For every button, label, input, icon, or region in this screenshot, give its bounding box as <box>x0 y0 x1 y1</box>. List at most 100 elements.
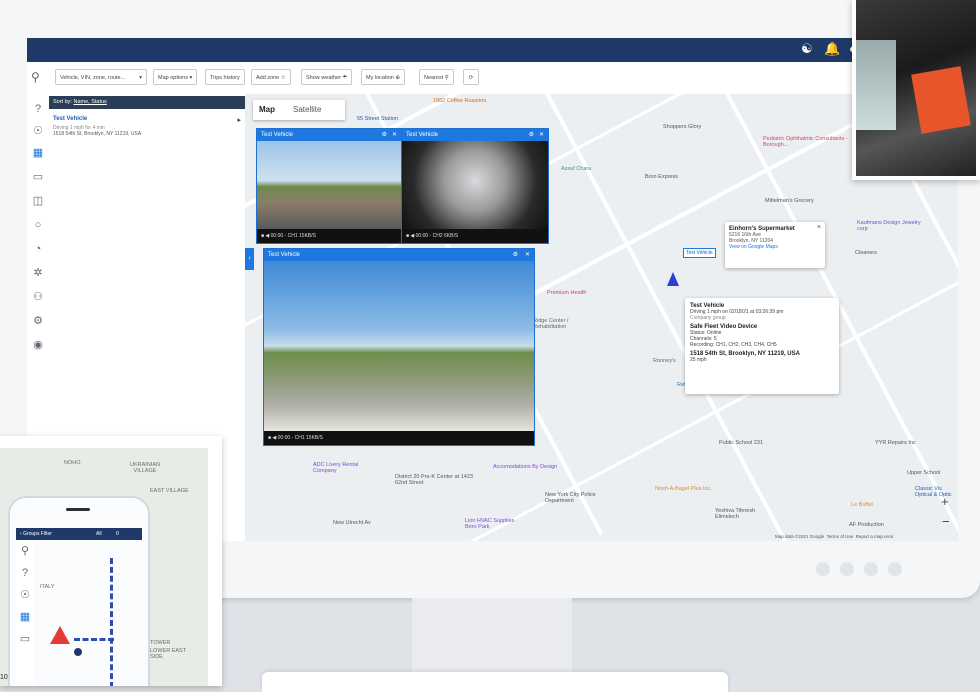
tab-map[interactable]: Map <box>259 100 275 120</box>
zoom-out-button[interactable]: − <box>942 514 950 529</box>
hierarchy-icon[interactable]: ⚇ <box>31 290 45 304</box>
map-attribution: Map data ©2021 Google Terms of Use Repor… <box>775 534 894 539</box>
map-label: 10 <box>0 674 8 681</box>
trips-history-label: Trips history <box>210 75 240 81</box>
search-icon[interactable]: ⚲ <box>31 70 40 84</box>
map-type-tabs: Map Satellite <box>253 100 345 120</box>
camera-icon[interactable]: ◫ <box>31 194 45 208</box>
gear-alt-icon[interactable]: ✲ <box>31 266 45 280</box>
add-zone-button[interactable]: Add zone ☆ <box>251 69 291 85</box>
map-label: Classic Vis Optical & Optic <box>915 486 952 498</box>
phone-nav-rail: ⚲ ? ☉ ▦ ▭ <box>16 542 34 686</box>
filter-all[interactable]: All <box>96 528 102 540</box>
info-speed: 25 mph <box>690 357 707 363</box>
video-header: Test Vehicle ⚙ ✕ <box>402 129 548 141</box>
show-weather-label: Show weather <box>306 75 341 81</box>
bell-icon[interactable]: 🔔 <box>824 41 840 57</box>
map-label: UKRAINIAN VILLAGE <box>130 462 160 474</box>
monitor-stand-base <box>262 672 728 692</box>
gauge-icon[interactable]: ◔ <box>31 242 45 256</box>
map-label: Accomodations By Design <box>493 464 558 470</box>
monitor-buttons <box>806 562 902 581</box>
map-label: Kaufmans Design Jewelry corp <box>857 220 921 232</box>
my-location-button[interactable]: My location ⊕ <box>361 69 405 85</box>
search-icon[interactable]: ⚲ <box>18 544 32 558</box>
monitor-button <box>888 562 902 576</box>
vehicle-name: Test Vehicle <box>53 116 88 122</box>
info-device-recording: Recording: CH1, CH2, CH3, CH4, CH5 <box>690 342 777 348</box>
search-placeholder: Vehicle, VIN, zone, route... <box>60 75 126 81</box>
circle-icon[interactable]: ○ <box>31 218 45 232</box>
map-label: Assaf Chara <box>561 166 592 172</box>
map-icon[interactable]: ▦ <box>31 146 45 160</box>
report-error-link[interactable]: Report a map error <box>856 534 894 539</box>
collapse-panel-button[interactable]: ‹ <box>245 248 254 270</box>
video-footer: ■ ◀ 00:00 - CH2 6KB/S <box>402 229 548 243</box>
settings-icon[interactable]: ⚙ <box>529 129 534 141</box>
terms-link[interactable]: Terms of Use <box>827 534 854 539</box>
monitor-stand-neck <box>412 598 572 673</box>
show-weather-button[interactable]: Show weather ☂ <box>301 69 353 85</box>
map-label: NOHO <box>64 460 81 466</box>
vehicle-info-popup: Test Vehicle Driving 1 mph on 02/18/21 a… <box>685 298 839 394</box>
video-footer: ■ ◀ 00:00 - CH1 15KB/S <box>264 431 534 445</box>
sort-value[interactable]: Name, Status <box>73 99 106 105</box>
video-title: Test Vehicle <box>406 132 439 138</box>
nearest-button[interactable]: Nearest ⚲ <box>419 69 454 85</box>
video-window-1[interactable]: Test Vehicle ⚙ ✕ ■ ◀ 00:00 - CH1 15KB/S <box>256 128 402 244</box>
video-window-2[interactable]: Test Vehicle ⚙ ✕ ■ ◀ 00:00 - CH2 6KB/S <box>401 128 549 244</box>
google-maps-link[interactable]: View on Google Maps <box>729 244 821 250</box>
video-feed <box>402 141 548 229</box>
map-label: Nosh-A-Bagel Plus Inc. <box>655 486 712 492</box>
vehicle-address: 1518 54th St, Brooklyn, NY 11219, USA <box>53 131 142 137</box>
close-icon[interactable]: ✕ <box>525 249 530 261</box>
truck-icon[interactable]: ▭ <box>18 632 32 646</box>
zoom-in-button[interactable]: + <box>941 494 949 509</box>
chevron-down-icon: ▾ <box>139 75 142 81</box>
refresh-icon[interactable]: ⟳ <box>463 69 479 85</box>
vehicle-tag: Test Vehicle <box>683 248 716 258</box>
vehicle-search-input[interactable]: Vehicle, VIN, zone, route... ▾ <box>55 69 147 85</box>
map-icon[interactable]: ▦ <box>18 610 32 624</box>
chevron-right-icon: ▸ <box>237 117 241 124</box>
trips-history-button[interactable]: Trips history <box>205 69 245 85</box>
help-icon[interactable]: ? <box>31 102 45 116</box>
map-label: Premium Health <box>547 290 587 296</box>
vehicle-list-item[interactable]: Test Vehicle ▸ Driving 1 mph for 4 min 1… <box>53 116 241 137</box>
close-icon[interactable]: × <box>817 224 821 231</box>
map-label: New York City Police Department <box>545 492 596 504</box>
add-zone-label: Add zone <box>256 75 280 81</box>
map-label: AF Production <box>849 522 884 528</box>
vehicle-marker-icon[interactable] <box>667 272 679 286</box>
close-icon[interactable]: ✕ <box>392 129 397 141</box>
sort-bar[interactable]: Sort by: Name, Status <box>49 96 245 109</box>
vehicle-dot-icon <box>74 648 82 656</box>
tab-satellite[interactable]: Satellite <box>293 100 321 120</box>
truck-icon[interactable]: ▭ <box>31 170 45 184</box>
cabin-image <box>856 0 976 176</box>
map-label: 1882 Coffee Roasters <box>433 98 487 104</box>
settings-icon[interactable]: ⚙ <box>382 129 387 141</box>
pin-icon[interactable]: ◉ <box>31 338 45 352</box>
help-icon[interactable]: ? <box>18 566 32 580</box>
close-icon[interactable]: ✕ <box>539 129 544 141</box>
settings-icon[interactable]: ⚙ <box>513 249 518 261</box>
map-data-credit: Map data ©2021 Google <box>775 534 825 539</box>
video-stream-info: 00:00 - CH1 15KB/S <box>277 435 323 441</box>
video-header: Test Vehicle ⚙ ✕ <box>257 129 401 141</box>
map-label: Pediatric Ophthalmic Consultants - Borou… <box>763 136 848 148</box>
groups-filter[interactable]: Groups Filter <box>23 531 52 537</box>
top-bar: ☯ 🔔 ● <box>27 38 958 62</box>
mobile-map: NOHO UKRAINIAN VILLAGE EAST VILLAGE TOWE… <box>0 448 208 686</box>
headset-icon[interactable]: ☯ <box>801 41 813 57</box>
fingerprint-icon[interactable]: ☉ <box>31 124 45 138</box>
video-window-3[interactable]: Test Vehicle ⚙ ✕ ■ ◀ 00:00 - CH1 15KB/S <box>263 248 535 446</box>
map-options-button[interactable]: Map options ▾ <box>153 69 198 85</box>
settings-icon[interactable]: ⚙ <box>31 314 45 328</box>
monitor-button <box>864 562 878 576</box>
video-stream-info: 00:00 - CH1 15KB/S <box>270 233 316 239</box>
video-title: Test Vehicle <box>261 132 294 138</box>
fingerprint-icon[interactable]: ☉ <box>18 588 32 602</box>
alert-icon[interactable] <box>50 626 70 644</box>
phone-device: › Groups Filter All 0 ⚲ ? ☉ ▦ ▭ ITALY <box>8 496 150 686</box>
